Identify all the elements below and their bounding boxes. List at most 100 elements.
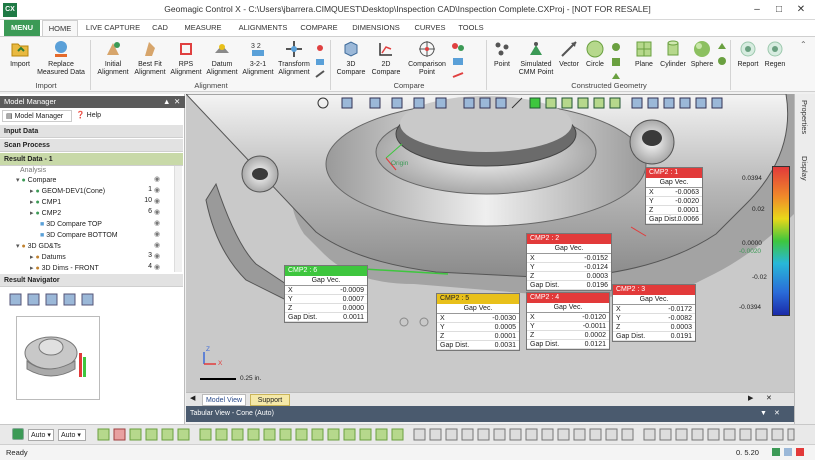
tab-support[interactable]: Support bbox=[250, 394, 290, 406]
compare-small-tools[interactable] bbox=[450, 41, 466, 83]
tab-tools[interactable]: TOOLS bbox=[456, 20, 486, 36]
import-button[interactable]: Import bbox=[4, 39, 36, 69]
tab-dimensions[interactable]: DIMENSIONS bbox=[350, 20, 402, 36]
status-indicator-icon bbox=[784, 448, 792, 456]
small-geometry-icons bbox=[612, 43, 620, 79]
geometry-small-tools[interactable] bbox=[610, 41, 622, 83]
eye-icon[interactable]: ◉ bbox=[154, 197, 160, 205]
circle-button[interactable]: Circle bbox=[582, 39, 608, 69]
selection-mode-icon[interactable] bbox=[12, 428, 24, 440]
minimize-icon[interactable]: – bbox=[746, 2, 768, 17]
tree-item-datums[interactable]: ▸ ● Datums bbox=[30, 252, 66, 263]
compare3d-label-1: 3D bbox=[346, 61, 356, 68]
comparison-point-button[interactable]: Comparison Point bbox=[406, 39, 448, 77]
tab-curves[interactable]: CURVES bbox=[410, 20, 450, 36]
section-input-data[interactable]: Input Data bbox=[0, 125, 183, 138]
vector-button[interactable]: Vector bbox=[556, 39, 582, 69]
transform-alignment-button[interactable]: Transform Alignment bbox=[276, 39, 312, 77]
scroll-left-icon[interactable]: ◀ bbox=[190, 394, 195, 402]
close-view-icon[interactable]: ✕ bbox=[766, 394, 772, 402]
result-thumbnail[interactable] bbox=[16, 316, 100, 400]
close-panel-icon[interactable]: ✕ bbox=[174, 96, 180, 108]
tree-scrollbar[interactable] bbox=[174, 166, 182, 272]
pin-icon[interactable]: ▲ bbox=[163, 96, 170, 108]
eye-icon[interactable]: ◉ bbox=[154, 230, 160, 238]
tab-menu[interactable]: MENU bbox=[4, 20, 40, 36]
callout-cmp2-2[interactable]: CMP2 : 2 Gap Vec. X -0.0152 Y -0.0124 Z 0.0… bbox=[526, 233, 612, 291]
regen-button[interactable]: Regen bbox=[762, 39, 788, 69]
eye-icon[interactable]: ◉ bbox=[154, 208, 160, 216]
geometry-small-tools-2[interactable] bbox=[716, 41, 728, 83]
plane-button[interactable]: Plane bbox=[630, 39, 658, 69]
row-value: -0.0152 bbox=[584, 255, 608, 262]
navigator-tool-icons[interactable] bbox=[8, 292, 128, 308]
tree-item-geom-dev1[interactable]: ▸ ● GEOM-DEV1(Cone) bbox=[30, 186, 105, 197]
tab-live-capture[interactable]: LIVE CAPTURE bbox=[84, 20, 142, 36]
tree-item-3d-compare-bottom[interactable]: ■ 3D Compare BOTTOM bbox=[40, 230, 118, 241]
3d-compare-button[interactable]: 3D Compare bbox=[334, 39, 368, 77]
tree-item-cmp1[interactable]: ▸ ● CMP1 bbox=[30, 197, 61, 208]
tab-measure[interactable]: MEASURE bbox=[180, 20, 226, 36]
alignment-small-tools[interactable] bbox=[314, 43, 326, 83]
tree-item-3d-compare-top[interactable]: ■ 3D Compare TOP bbox=[40, 219, 102, 230]
properties-panel-tab[interactable]: Properties bbox=[800, 100, 809, 134]
maximize-icon[interactable]: □ bbox=[768, 2, 790, 17]
section-scan-process[interactable]: Scan Process bbox=[0, 139, 183, 152]
report-button[interactable]: Report bbox=[734, 39, 762, 69]
tab-cad[interactable]: CAD bbox=[146, 20, 174, 36]
tree-item-3d-dims-front[interactable]: ▸ ● 3D Dims - FRONT bbox=[30, 263, 99, 274]
callout-cmp2-6[interactable]: CMP2 : 6 Gap Vec. X -0.0009 Y 0.0007 Z 0.00… bbox=[284, 265, 368, 323]
tree-item-compare[interactable]: ▾ ● Compare bbox=[16, 175, 56, 186]
callout-cmp2-5[interactable]: CMP2 : 5 Gap Vec. X -0.0030 Y 0.0005 Z 0.00… bbox=[436, 293, 520, 351]
eye-icon[interactable]: ◉ bbox=[154, 263, 160, 271]
eye-icon[interactable]: ◉ bbox=[154, 219, 160, 227]
rps-alignment-button[interactable]: RPS Alignment bbox=[168, 39, 204, 77]
tabular-close-icon[interactable]: ✕ bbox=[774, 406, 780, 422]
scroll-right-icon[interactable]: ▶ bbox=[748, 394, 753, 402]
tab-help[interactable]: ❓ Help bbox=[76, 110, 110, 122]
point-label: Point bbox=[494, 61, 510, 68]
tab-alignments[interactable]: ALIGNMENTS bbox=[236, 20, 290, 36]
simulated-cmm-icon bbox=[530, 42, 542, 55]
display-panel-tab[interactable]: Display bbox=[800, 156, 809, 181]
initial-alignment-button[interactable]: Initial Alignment bbox=[94, 39, 132, 77]
tree-label: Analysis bbox=[20, 167, 47, 174]
eye-icon[interactable]: ◉ bbox=[154, 175, 160, 183]
cylinder-button[interactable]: Cylinder bbox=[658, 39, 688, 69]
tree-item-3d-gdts[interactable]: ▾ ● 3D GD&Ts bbox=[16, 241, 61, 252]
tab-home[interactable]: HOME bbox=[42, 20, 78, 36]
point-button[interactable]: Point bbox=[490, 39, 514, 69]
best-fit-alignment-button[interactable]: Best Fit Alignment bbox=[132, 39, 168, 77]
tab-compare[interactable]: COMPARE bbox=[298, 20, 340, 36]
replace-measured-data-button[interactable]: Replace Measured Data bbox=[36, 39, 86, 77]
2d-compare-button[interactable]: 2D Compare bbox=[368, 39, 404, 77]
filter-combo-2[interactable]: Auto ▾ bbox=[58, 429, 86, 441]
best-fit-icon bbox=[145, 42, 155, 56]
simulated-cmm-point-button[interactable]: Simulated CMM Point bbox=[516, 39, 556, 77]
datum-alignment-button[interactable]: Datum Alignment bbox=[204, 39, 240, 77]
ribbon-collapse-icon[interactable]: ⌃ bbox=[800, 40, 807, 49]
eye-icon[interactable]: ◉ bbox=[154, 241, 160, 249]
sphere-button[interactable]: Sphere bbox=[688, 39, 716, 69]
tab-model-view[interactable]: Model View bbox=[202, 394, 246, 406]
callout-cmp2-4[interactable]: CMP2 : 4 Gap Vec. X -0.0120 Y -0.0011 Z 0.0… bbox=[526, 292, 610, 350]
tree-count: 10 bbox=[144, 197, 152, 204]
callout-cmp2-1[interactable]: CMP2 : 1 Gap Vec. X -0.0063 Y -0.0020 Z 0.0… bbox=[645, 167, 703, 225]
row-label: Z bbox=[616, 324, 621, 331]
three-two-one-alignment-button[interactable]: 3 2 3-2-1 Alignment bbox=[240, 39, 276, 77]
group-label-constructed-geometry: Constructed Geometry bbox=[571, 81, 647, 90]
filter-combo-1[interactable]: Auto ▾ bbox=[28, 429, 54, 441]
view-toolbar-icons[interactable] bbox=[314, 96, 754, 110]
small-geometry-icons-2 bbox=[718, 43, 726, 65]
row-value: 0.0066 bbox=[677, 216, 699, 223]
eye-icon[interactable]: ◉ bbox=[154, 186, 160, 194]
callout-cmp2-3[interactable]: CMP2 : 3 Gap Vec. X -0.0172 Y -0.0082 Z 0.0… bbox=[612, 284, 696, 342]
transform-label-2: Alignment bbox=[278, 69, 310, 76]
close-icon[interactable]: ✕ bbox=[790, 2, 812, 17]
tabular-pin-icon[interactable]: ▼ bbox=[760, 406, 767, 422]
eye-icon[interactable]: ◉ bbox=[154, 252, 160, 260]
row-label: Gap Dist. bbox=[288, 314, 318, 321]
bottom-toolbar-icons[interactable] bbox=[96, 428, 796, 442]
tab-model-manager[interactable]: ▤ Model Manager bbox=[2, 110, 72, 122]
tree-item-cmp2[interactable]: ▸ ● CMP2 bbox=[30, 208, 61, 219]
